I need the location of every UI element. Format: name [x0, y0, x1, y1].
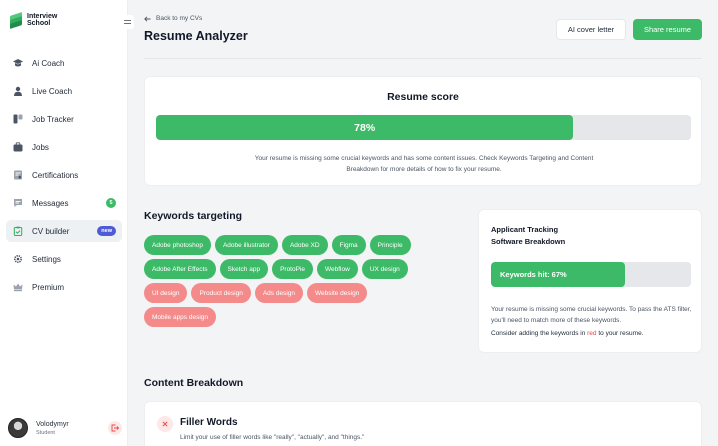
keyword-chip-matched[interactable]: Adobe illustrator [214, 235, 278, 255]
resume-score-fill: 78% [156, 115, 574, 140]
sidebar-item-label: Live Coach [32, 86, 73, 96]
logout-icon [111, 424, 119, 432]
keywords-hit-label: Keywords hit: 67% [500, 270, 567, 279]
page-title: Resume Analyzer [144, 29, 248, 43]
keyword-chip-row: Mobile apps design [144, 307, 444, 327]
logo-icon [10, 12, 22, 29]
keyword-chip-missing[interactable]: Website design [307, 283, 368, 303]
user-profile[interactable]: Volodymyr Student [8, 418, 122, 438]
sidebar-item-job-tracker[interactable]: Job Tracker [6, 108, 122, 130]
resume-score-description: Your resume is missing some crucial keyw… [254, 155, 594, 173]
ats-title-line1: Applicant Tracking [491, 225, 559, 234]
sidebar-nav: Ai Coach Live Coach Job Tracker Jobs Cer… [6, 52, 122, 304]
sidebar-item-premium[interactable]: Premium [6, 276, 122, 298]
graduation-cap-icon [12, 58, 23, 69]
header-divider [144, 58, 702, 59]
sidebar-item-label: Settings [32, 254, 61, 264]
ats-breakdown-card: Applicant Tracking Software Breakdown Ke… [478, 209, 702, 353]
logout-button[interactable] [108, 421, 122, 435]
sidebar-item-messages[interactable]: Messages 5 [6, 192, 122, 214]
certificate-icon [12, 170, 23, 181]
keyword-chip-row: Adobe After Effects Sketch app ProtoPie Web… [144, 259, 444, 279]
filler-words-card[interactable]: Filler Words Limit your use of filler wo… [144, 401, 702, 446]
resume-score-card: Resume score 78% Your resume is missing … [144, 76, 702, 186]
ats-description: Your resume is missing some crucial keyw… [491, 306, 692, 324]
keyword-chip-matched[interactable]: UX design [361, 259, 408, 279]
clipboard-icon [12, 226, 23, 237]
sidebar-item-jobs[interactable]: Jobs [6, 136, 122, 158]
user-role: Student [36, 429, 55, 436]
sidebar-item-label: Messages [32, 198, 69, 208]
keyword-chip-matched[interactable]: Adobe XD [281, 235, 328, 255]
keyword-chip-missing[interactable]: Mobile apps design [144, 307, 217, 327]
back-link[interactable]: Back to my CVs [144, 15, 202, 22]
keyword-chip-missing[interactable]: Ads design [254, 283, 304, 303]
sidebar-item-ai-coach[interactable]: Ai Coach [6, 52, 122, 74]
ats-title-line2: Software Breakdown [491, 237, 566, 246]
keyword-chips: Adobe photoshop Adobe illustrator Adobe XD… [144, 235, 444, 331]
keyword-chip-matched[interactable]: Webflow [317, 259, 358, 279]
sidebar-item-certifications[interactable]: Certifications [6, 164, 122, 186]
sidebar-collapse-button[interactable] [120, 15, 134, 29]
briefcase-icon [12, 142, 23, 153]
arrow-left-icon [144, 15, 151, 22]
keyword-chip-matched[interactable]: Principle [369, 235, 411, 255]
gear-icon [12, 254, 23, 265]
message-icon [12, 198, 23, 209]
sidebar-item-label: Ai Coach [32, 58, 65, 68]
sidebar-item-label: CV builder [32, 226, 70, 236]
messages-count-badge: 5 [106, 198, 116, 208]
tracker-icon [12, 114, 23, 125]
keyword-chip-missing[interactable]: UI design [144, 283, 188, 303]
new-badge: new [97, 226, 116, 236]
sidebar-item-label: Premium [32, 282, 65, 292]
keyword-chip-row: UI design Product design Ads design Website… [144, 283, 444, 303]
logo-text-line2: School [27, 20, 51, 27]
menu-icon [123, 20, 131, 21]
content-breakdown-title: Content Breakdown [144, 377, 244, 389]
ats-hint: Consider adding the keywords in red to y… [491, 330, 644, 337]
resume-score-value: 78% [354, 121, 376, 134]
sidebar-item-live-coach[interactable]: Live Coach [6, 80, 122, 102]
back-link-label: Back to my CVs [156, 15, 203, 22]
keywords-hit-fill: Keywords hit: 67% [491, 262, 625, 287]
person-icon [12, 86, 23, 97]
keywords-hit-bar: Keywords hit: 67% [491, 262, 691, 287]
filler-words-description: Limit your use of filler words like "rea… [180, 434, 365, 441]
sidebar: Interview School Ai Coach Live Coach Job… [0, 0, 128, 446]
ai-cover-letter-button[interactable]: AI cover letter [556, 19, 626, 40]
sidebar-item-label: Certifications [32, 170, 79, 180]
resume-score-bar: 78% [156, 115, 691, 140]
sidebar-item-label: Jobs [32, 142, 49, 152]
logo[interactable]: Interview School [10, 12, 58, 29]
keyword-chip-matched[interactable]: ProtoPie [272, 259, 313, 279]
sidebar-item-label: Job Tracker [32, 114, 74, 124]
keyword-chip-matched[interactable]: Adobe After Effects [144, 259, 216, 279]
resume-score-title: Resume score [387, 91, 459, 103]
share-resume-button[interactable]: Share resume [633, 19, 702, 40]
keyword-chip-missing[interactable]: Product design [191, 283, 251, 303]
user-name: Volodymyr [36, 420, 69, 428]
keyword-chip-matched[interactable]: Figma [331, 235, 366, 255]
crown-icon [12, 282, 23, 293]
close-icon [157, 416, 173, 432]
avatar [8, 418, 28, 438]
keywords-title: Keywords targeting [144, 210, 243, 222]
logo-text-line1: Interview [27, 13, 58, 20]
filler-words-title: Filler Words [180, 417, 238, 428]
sidebar-item-cv-builder[interactable]: CV builder new [6, 220, 122, 242]
keyword-chip-matched[interactable]: Adobe photoshop [144, 235, 211, 255]
keyword-chip-matched[interactable]: Sketch app [219, 259, 269, 279]
ats-hint-red-word: red [587, 330, 597, 337]
sidebar-item-settings[interactable]: Settings [6, 248, 122, 270]
keyword-chip-row: Adobe photoshop Adobe illustrator Adobe XD… [144, 235, 444, 255]
